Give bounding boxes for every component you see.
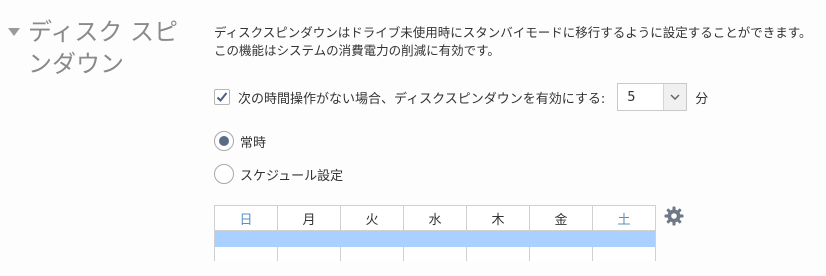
chevron-down-icon[interactable] xyxy=(663,84,687,110)
radio-always-button[interactable] xyxy=(214,131,234,151)
day-wed[interactable]: 水 xyxy=(403,205,467,231)
day-mon[interactable]: 月 xyxy=(277,205,341,231)
day-fri[interactable]: 金 xyxy=(529,205,593,231)
day-sat[interactable]: 土 xyxy=(592,205,656,231)
day-tue[interactable]: 火 xyxy=(340,205,404,231)
day-sun[interactable]: 日 xyxy=(214,205,278,231)
description-line-1: ディスクスピンダウンはドライブ未使用時にスタンバイモードに移行するように設定する… xyxy=(214,25,812,40)
spindown-setting-row: 次の時間操作がない場合、ディスクスピンダウンを有効にする: 5 分 xyxy=(214,83,708,111)
schedule-cell xyxy=(403,247,467,261)
spindown-checkbox[interactable] xyxy=(214,89,230,105)
radio-schedule-label: スケジュール設定 xyxy=(240,168,344,184)
spindown-minutes-value: 5 xyxy=(627,89,636,105)
schedule-bar-row xyxy=(214,230,656,247)
section-title: ディスク スピンダウン xyxy=(28,18,178,78)
schedule-cell xyxy=(466,247,530,261)
schedule-cell xyxy=(277,247,341,261)
radio-always[interactable]: 常時 xyxy=(214,131,266,151)
schedule-cell xyxy=(214,247,278,261)
schedule-day-header-row: 日 月 火 水 木 金 土 xyxy=(214,205,656,231)
radio-selected-dot xyxy=(219,136,229,146)
radio-schedule-button[interactable] xyxy=(214,164,234,184)
schedule-table: 日 月 火 水 木 金 土 xyxy=(214,205,656,261)
radio-always-label: 常時 xyxy=(240,135,267,151)
day-thu[interactable]: 木 xyxy=(466,205,530,231)
schedule-cell xyxy=(592,247,656,261)
spindown-minutes-select[interactable]: 5 xyxy=(617,83,688,111)
schedule-bar[interactable] xyxy=(214,230,656,247)
check-icon xyxy=(216,92,228,102)
caret-down-icon[interactable] xyxy=(8,28,20,36)
schedule-cell xyxy=(340,247,404,261)
spindown-checkbox-label: 次の時間操作がない場合、ディスクスピンダウンを有効にする: xyxy=(238,91,606,107)
description-block: ディスクスピンダウンはドライブ未使用時にスタンバイモードに移行するように設定する… xyxy=(214,24,820,60)
schedule-empty-row xyxy=(214,247,656,261)
section-header: ディスク スピンダウン xyxy=(8,16,200,80)
schedule-cell xyxy=(529,247,593,261)
radio-schedule[interactable]: スケジュール設定 xyxy=(214,164,343,184)
minutes-unit-label: 分 xyxy=(695,91,709,107)
description-line-2: この機能はシステムの消費電力の削減に有効です。 xyxy=(214,43,500,58)
gear-icon[interactable] xyxy=(664,206,684,226)
